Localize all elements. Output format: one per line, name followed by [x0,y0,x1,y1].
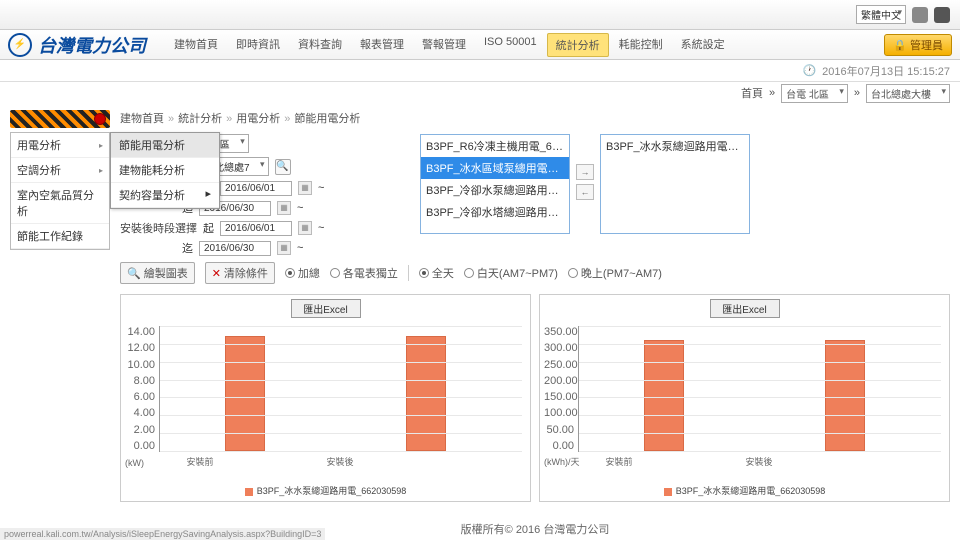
nav-item[interactable]: 統計分析 [547,33,609,57]
draw-chart-button[interactable]: 🔍 繪製圖表 [120,262,195,284]
nav-item[interactable]: 報表管理 [352,33,412,57]
radio-night[interactable]: 晚上(PM7~AM7) [568,265,662,281]
post-from-date[interactable]: 2016/06/01 [220,221,292,236]
sidebar-item[interactable]: 節能工作紀錄 [11,224,109,249]
chart-legend: B3PF_冰水泵總迴路用電_662030598 [544,484,945,497]
move-right-button[interactable]: → [576,164,594,180]
clock-icon: 🕐 [802,64,816,77]
brand-title: 台灣電力公司 [38,32,146,58]
logo-icon: ⚡ [8,33,32,57]
chart-panel: 匯出Excel14.0012.0010.008.006.004.002.000.… [120,294,531,502]
submenu-item[interactable]: 建物能耗分析 [111,158,219,183]
chart-legend: B3PF_冰水泵總迴路用電_662030598 [125,484,526,497]
selected-meters-list[interactable]: B3PF_冰水泵總迴路用電_662030598 [600,134,750,234]
home-icon[interactable] [912,7,928,23]
sidebar-item[interactable]: 室內空氣品質分析 [11,183,109,224]
radio-sum[interactable]: 加總 [285,265,320,281]
radio-day[interactable]: 白天(AM7~PM7) [464,265,558,281]
chart-bar [644,340,684,451]
search-icon[interactable]: 🔍 [275,159,291,175]
chart-panel: 匯出Excel350.00300.00250.00200.00150.00100… [539,294,950,502]
list-item[interactable]: B3PF_R6冷凍主機用電_662030597 [421,135,569,157]
calendar-icon[interactable]: ▦ [298,181,312,195]
pre-from-date[interactable]: 2016/06/01 [220,181,292,196]
datetime-text: 2016年07月13日 15:15:27 [822,63,950,79]
submenu-item[interactable]: 契約容量分析▸ [111,183,219,208]
nav-item[interactable]: 資料查詢 [290,33,350,57]
nav-item[interactable]: 警報管理 [414,33,474,57]
export-excel-button[interactable]: 匯出Excel [291,299,361,318]
nav-item[interactable]: 即時資訊 [228,33,288,57]
sidebar-header [10,110,110,128]
calendar-icon[interactable]: ▦ [298,221,312,235]
status-url: powerreal.kali.com.tw/Analysis/iSleepEne… [0,528,325,540]
building-select[interactable]: 台北總處大樓 [866,84,950,103]
list-item[interactable]: B3PF_冰水區域泵總用電_662030599 [421,157,569,179]
content-breadcrumb: 建物首頁»統計分析»用電分析»節能用電分析 [120,110,950,126]
post-to-date[interactable]: 2016/06/30 [199,241,271,256]
region-select[interactable]: 台電 北區 [781,84,848,103]
available-meters-list[interactable]: B3PF_R6冷凍主機用電_662030597B3PF_冰水區域泵總用電_662… [420,134,570,234]
language-select[interactable]: 繁體中文 [856,5,906,24]
list-item[interactable]: B3PF_冷卻水泵總迴路用電_662030600 [421,179,569,201]
move-left-button[interactable]: ← [576,184,594,200]
sidebar-item[interactable]: 用電分析▸ [11,133,109,158]
settings-icon[interactable] [934,7,950,23]
radio-each[interactable]: 各電表獨立 [330,265,398,281]
admin-button[interactable]: 🔒 管理員 [884,34,952,56]
nav-item[interactable]: 建物首頁 [166,33,226,57]
list-item[interactable]: B3PF_冷卻水塔總迴路用電_662030601 [421,201,569,223]
post-period-label: 安裝後時段選擇 [120,220,197,236]
radio-allday[interactable]: 全天 [419,265,454,281]
export-excel-button[interactable]: 匯出Excel [710,299,780,318]
clear-button[interactable]: ✕ 清除條件 [205,262,275,284]
list-item[interactable]: B3PF_冰水泵總迴路用電_662030598 [601,135,749,157]
nav-item[interactable]: ISO 50001 [476,33,545,57]
calendar-icon[interactable]: ▦ [277,241,291,255]
nav-item[interactable]: 耗能控制 [611,33,671,57]
calendar-icon[interactable]: ▦ [277,201,291,215]
breadcrumb-home[interactable]: 首頁 [741,85,763,101]
submenu-item[interactable]: 節能用電分析 [111,133,219,158]
nav-item[interactable]: 系統設定 [673,33,733,57]
sidebar-item[interactable]: 空調分析▸ [11,158,109,183]
chart-bar [825,340,865,451]
